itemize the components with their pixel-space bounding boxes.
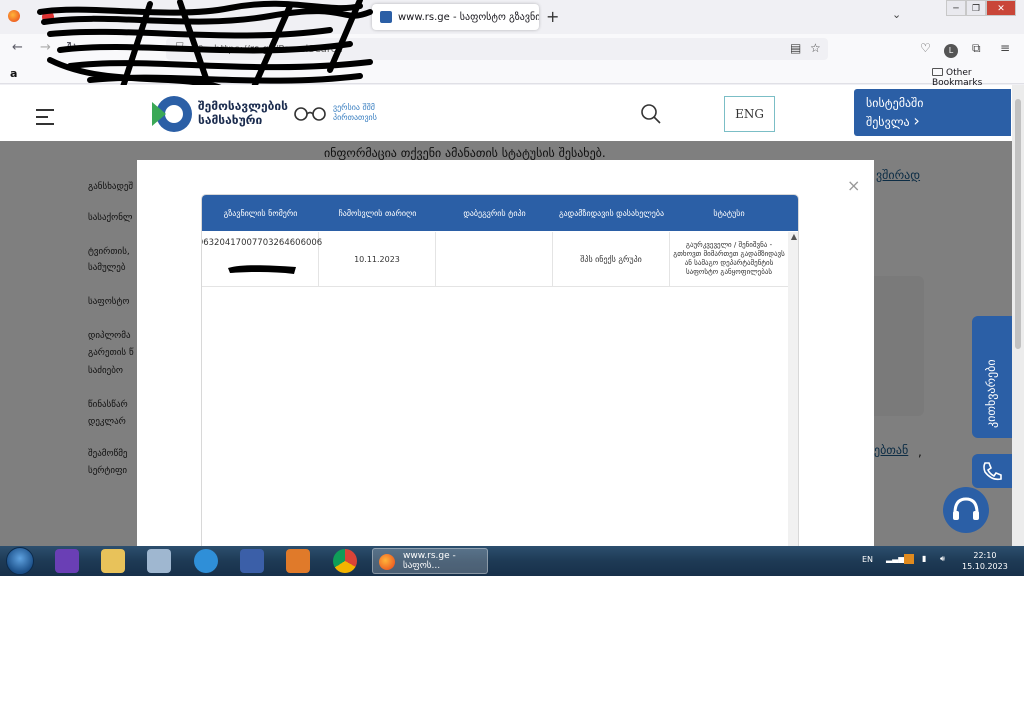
column-header: სტატუსი	[713, 208, 745, 218]
logo-text: შემოსავლების სამსახური	[198, 99, 289, 127]
chrome-icon[interactable]	[333, 549, 357, 573]
search-icon[interactable]	[640, 103, 662, 125]
redaction-mark	[228, 265, 296, 274]
page-scrollbar[interactable]	[1012, 85, 1024, 546]
lock-icon: 🔒︎	[198, 42, 204, 53]
accessibility-version-link[interactable]: ვერსია შშმ პირთათვის	[333, 103, 377, 123]
taskbar-firefox-task[interactable]: www.rs.ge - საფოს...	[372, 548, 488, 574]
table-scrollbar[interactable]: ▲	[788, 232, 798, 546]
new-tab-icon[interactable]: +	[546, 7, 559, 26]
folder-icon	[932, 68, 943, 76]
browser-tab-strip: www.rs.ge - საფოსტო გზავნილ ✕ + ⌄ ─ ❐ ✕	[0, 0, 1024, 34]
tab-label: www.rs.ge - საფოსტო გზავნილ	[398, 11, 539, 23]
reader-view-icon[interactable]: ▤	[790, 41, 801, 55]
table-header: გზავნილის ნომერი ჩამოსვლის თარიღი დაბეგვ…	[202, 195, 798, 231]
questionnaire-side-tab[interactable]: კითხვარები	[972, 316, 1012, 438]
parcel-number-cell: 96320417007703264606006	[202, 232, 322, 286]
extensions-icon[interactable]: ⧉	[972, 41, 981, 56]
windows-taskbar: www.rs.ge - საფოს... EN ▂▃▅ ▮ 🔊︎ 22:10 1…	[0, 546, 1024, 576]
rs-logo-icon[interactable]	[150, 94, 194, 134]
url-host: rs.ge	[249, 43, 275, 55]
close-window-icon[interactable]: ✕	[986, 0, 1016, 16]
language-button[interactable]: ENG	[724, 96, 775, 132]
file-explorer-icon[interactable]	[101, 549, 125, 573]
minimize-icon[interactable]: ─	[946, 0, 966, 16]
media-player-icon[interactable]	[286, 549, 310, 573]
glasses-icon[interactable]	[293, 105, 327, 121]
window-controls: ─ ❐ ✕	[946, 0, 1016, 16]
close-icon[interactable]: ×	[847, 176, 860, 195]
visual-studio-icon[interactable]	[55, 549, 79, 573]
status-cell: გაურკვეველი / შენიშვნა - გთხოვთ მიმართეთ…	[673, 241, 785, 276]
chevron-right-icon: ›	[913, 111, 920, 130]
web-page: შემოსავლების სამსახური ვერსია შშმ პირთათ…	[0, 85, 1024, 546]
back-arrow-icon[interactable]: ←	[12, 40, 23, 55]
save-app-icon[interactable]	[240, 549, 264, 573]
bookmarks-bar: a Other Bookmarks	[0, 64, 1024, 88]
volume-icon[interactable]: 🔊︎	[940, 554, 945, 564]
url-path: /ParcelSearch	[274, 43, 343, 55]
screen: www.rs.ge - საფოსტო გზავნილ ✕ + ⌄ ─ ❐ ✕ …	[0, 0, 1024, 576]
bookmark-star-icon[interactable]: ☆	[810, 41, 821, 55]
column-header: გზავნილის ნომერი	[223, 208, 298, 218]
column-header: დაბეგვრის ტიპი	[463, 208, 526, 218]
power-icon[interactable]: ▮	[922, 554, 926, 563]
reload-icon[interactable]: ↻	[66, 40, 77, 55]
internet-explorer-icon[interactable]	[194, 549, 218, 573]
phone-icon	[983, 462, 1002, 481]
tax-type-cell	[436, 232, 553, 286]
column-header: გადამზიდავის დასახელება	[558, 208, 665, 218]
carrier-cell: შპს ინექს გრუპი	[553, 232, 670, 286]
firefox-icon	[8, 10, 20, 22]
bookmark-amazon[interactable]: a	[10, 67, 17, 80]
pocket-icon[interactable]: ♡	[920, 41, 931, 55]
language-indicator[interactable]: EN	[862, 555, 873, 564]
rs-ge-favicon-icon	[380, 11, 392, 23]
forward-arrow-icon[interactable]: →	[40, 40, 51, 55]
tab-rs-ge[interactable]: www.rs.ge - საფოსტო გზავნილ ✕	[372, 4, 539, 30]
shield-icon[interactable]: ⛉	[176, 42, 184, 53]
arrival-date-cell: 10.11.2023	[319, 232, 436, 286]
signal-icon[interactable]: ▂▃▅	[886, 554, 904, 563]
firefox-icon	[379, 554, 395, 570]
phone-tab[interactable]	[972, 454, 1012, 488]
chevron-down-icon[interactable]: ⌄	[892, 8, 901, 21]
column-header: ჩამოსვლის თარიღი	[338, 208, 417, 218]
tab-redacted[interactable]	[34, 4, 204, 30]
menu-icon[interactable]: ≡	[1000, 41, 1010, 55]
hamburger-menu-icon[interactable]	[36, 109, 54, 130]
headset-icon	[953, 497, 979, 520]
table-row: 96320417007703264606006 10.11.2023 შპს ი…	[202, 232, 788, 287]
clock[interactable]: 22:10 15.10.2023	[962, 550, 1008, 572]
site-header: შემოსავლების სამსახური ვერსია შშმ პირთათ…	[0, 85, 1012, 141]
tray-app-icon[interactable]	[904, 554, 914, 564]
start-button[interactable]	[6, 547, 34, 575]
parcel-table: გზავნილის ნომერი ჩამოსვლის თარიღი დაბეგვ…	[201, 194, 799, 546]
calculator-icon[interactable]	[147, 549, 171, 573]
scroll-up-icon[interactable]: ▲	[788, 232, 798, 241]
browser-nav-bar: ← → ↻ https://rs.ge/ParcelSearch ⛉ 🔒︎ ▤ …	[0, 34, 1024, 64]
scrollbar-thumb[interactable]	[1015, 99, 1021, 349]
system-login-button[interactable]: სისტემაში შესვლა ›	[854, 89, 1011, 136]
url-bar[interactable]: https://rs.ge/ParcelSearch	[166, 38, 828, 60]
chat-support-button[interactable]	[943, 487, 989, 533]
tab-favicon-icon	[42, 11, 54, 23]
profile-avatar[interactable]: L	[944, 42, 958, 58]
parcel-status-modal: × გზავნილის ნომერი ჩამოსვლის თარიღი დაბე…	[137, 160, 874, 546]
url-scheme: https://	[214, 43, 250, 55]
maximize-icon[interactable]: ❐	[966, 0, 986, 16]
